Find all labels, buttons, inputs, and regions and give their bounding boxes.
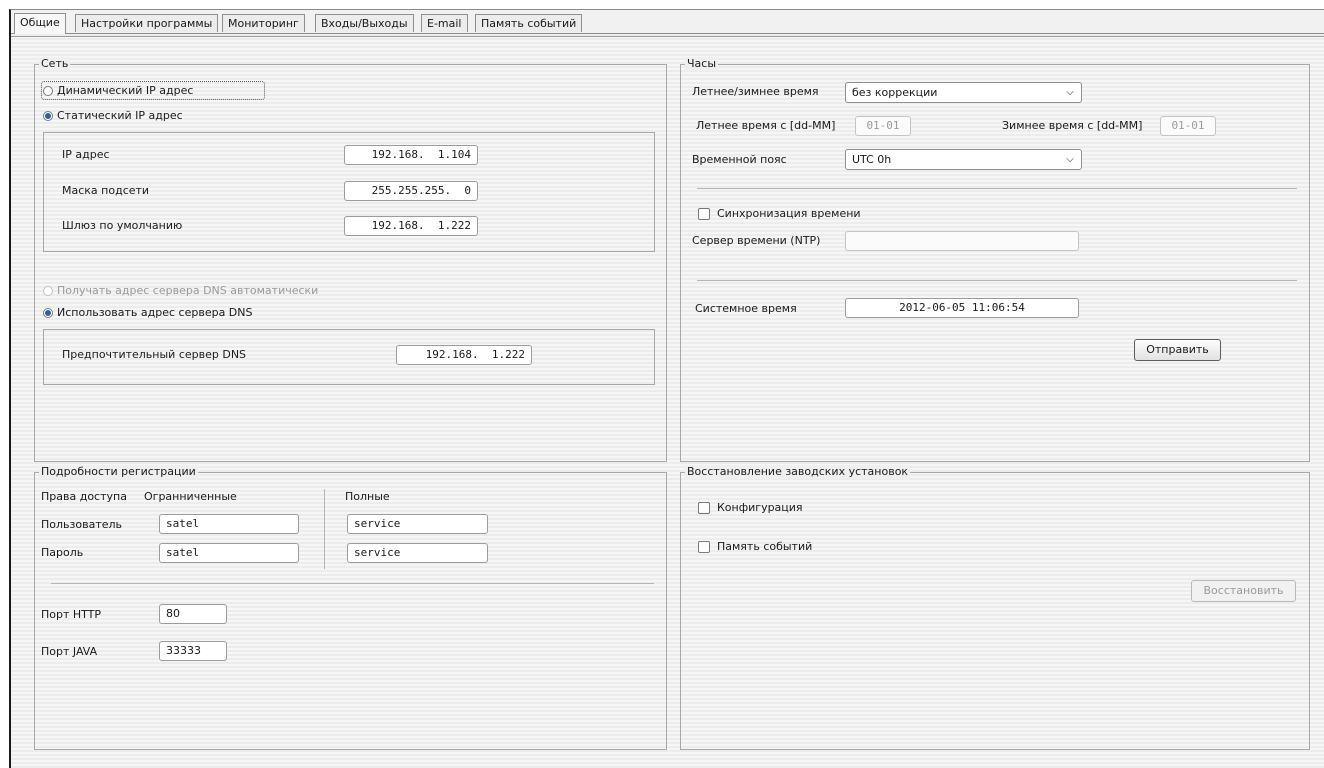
clock-group-title: Часы xyxy=(685,57,719,71)
dns-manual-radio[interactable] xyxy=(43,308,53,318)
username-full-field[interactable]: service xyxy=(347,514,488,534)
subnet-mask-field[interactable]: 255.255.255. 0 xyxy=(344,181,478,201)
password-label: Пароль xyxy=(41,546,84,559)
java-port-label: Порт JAVA xyxy=(41,645,98,658)
tab-general[interactable]: Общие xyxy=(14,13,66,34)
http-port-field[interactable]: 80 xyxy=(159,604,227,624)
dns-auto-radio[interactable] xyxy=(43,286,53,296)
tab-email[interactable]: E-mail xyxy=(421,14,468,32)
factory-restore-group-title: Восстановление заводских установок xyxy=(685,465,911,479)
tab-event-memory[interactable]: Память событий xyxy=(475,14,583,32)
dst-select[interactable]: без коррекции ⌵ xyxy=(845,82,1082,103)
timezone-label: Временной пояс xyxy=(692,153,787,166)
restore-config-label[interactable]: Конфигурация xyxy=(717,501,803,515)
time-sync-label[interactable]: Синхронизация времени xyxy=(717,207,861,221)
chevron-down-icon: ⌵ xyxy=(1066,154,1074,165)
network-group-title: Сеть xyxy=(39,57,71,71)
factory-restore-group: Восстановление заводских установок Конфи… xyxy=(680,465,1310,750)
static-ip-radio[interactable] xyxy=(43,111,53,121)
static-ip-box: IP адрес 192.168. 1.104 Маска подсети 25… xyxy=(43,132,655,252)
restore-button[interactable]: Восстановить xyxy=(1191,580,1296,602)
winter-time-field[interactable]: 01-01 xyxy=(1160,116,1216,136)
restore-config-checkbox[interactable] xyxy=(698,502,710,514)
ntp-server-label: Сервер времени (NTP) xyxy=(692,234,821,247)
clock-group: Часы Летнее/зимнее время без коррекции ⌵… xyxy=(680,57,1310,462)
dns-manual-label[interactable]: Использовать адрес сервера DNS xyxy=(57,306,253,320)
login-separator xyxy=(51,583,654,584)
clock-separator-2 xyxy=(697,280,1297,281)
login-details-group: Подробности регистрации Права доступа Ог… xyxy=(34,465,667,750)
limited-rights-header: Огранниченные xyxy=(144,490,237,503)
username-label: Пользователь xyxy=(41,518,123,531)
send-button[interactable]: Отправить xyxy=(1134,339,1221,361)
full-rights-header: Полные xyxy=(345,490,390,503)
ntp-server-field[interactable] xyxy=(845,231,1079,251)
timezone-select-value: UTC 0h xyxy=(852,153,892,166)
winter-time-label: Зимнее время с [dd-MM] xyxy=(1002,119,1143,132)
default-gateway-field[interactable]: 192.168. 1.222 xyxy=(344,216,478,236)
system-time-label: Системное время xyxy=(695,302,797,315)
system-time-field: 2012-06-05 11:06:54 xyxy=(845,298,1079,318)
clock-separator-1 xyxy=(697,188,1297,189)
dst-select-value: без коррекции xyxy=(852,86,938,99)
password-full-field[interactable]: service xyxy=(347,543,488,563)
java-port-field[interactable]: 33333 xyxy=(159,641,227,661)
tab-monitoring[interactable]: Мониторинг xyxy=(222,14,305,32)
rights-column-divider xyxy=(324,489,325,569)
login-details-group-title: Подробности регистрации xyxy=(39,465,198,479)
dst-label: Летнее/зимнее время xyxy=(692,85,819,98)
time-sync-checkbox[interactable] xyxy=(698,208,710,220)
subnet-mask-label: Маска подсети xyxy=(62,184,150,197)
ip-address-field[interactable]: 192.168. 1.104 xyxy=(344,145,478,165)
summer-time-field[interactable]: 01-01 xyxy=(855,116,911,136)
default-gateway-label: Шлюз по умолчанию xyxy=(62,219,183,232)
dynamic-ip-label[interactable]: Динамический IP адрес xyxy=(57,84,193,98)
ip-address-label: IP адрес xyxy=(62,148,110,161)
application-window: Общие Настройки программы Мониторинг Вхо… xyxy=(9,9,1324,768)
access-rights-label: Права доступа xyxy=(41,490,127,503)
static-ip-label[interactable]: Статический IP адрес xyxy=(57,109,183,123)
network-group: Сеть Динамический IP адрес Статический I… xyxy=(34,57,667,462)
chevron-down-icon: ⌵ xyxy=(1066,87,1074,98)
password-limited-field[interactable]: satel xyxy=(159,543,299,563)
username-limited-field[interactable]: satel xyxy=(159,514,299,534)
tab-content-border xyxy=(11,36,1324,37)
restore-events-checkbox[interactable] xyxy=(698,541,710,553)
dns-auto-label[interactable]: Получать адрес сервера DNS автоматически xyxy=(57,284,318,298)
summer-time-label: Летнее время с [dd-MM] xyxy=(696,119,836,132)
tab-strip: Общие Настройки программы Мониторинг Вхо… xyxy=(11,10,1324,34)
preferred-dns-label: Предпочтительный сервер DNS xyxy=(62,348,247,361)
tab-program-settings[interactable]: Настройки программы xyxy=(75,14,219,32)
dns-box: Предпочтительный сервер DNS 192.168. 1.2… xyxy=(43,329,655,385)
restore-events-label[interactable]: Память событий xyxy=(717,540,812,554)
timezone-select[interactable]: UTC 0h ⌵ xyxy=(845,149,1082,170)
tab-inputs-outputs[interactable]: Входы/Выходы xyxy=(315,14,414,32)
preferred-dns-field[interactable]: 192.168. 1.222 xyxy=(396,345,532,365)
http-port-label: Порт HTTP xyxy=(41,608,102,621)
